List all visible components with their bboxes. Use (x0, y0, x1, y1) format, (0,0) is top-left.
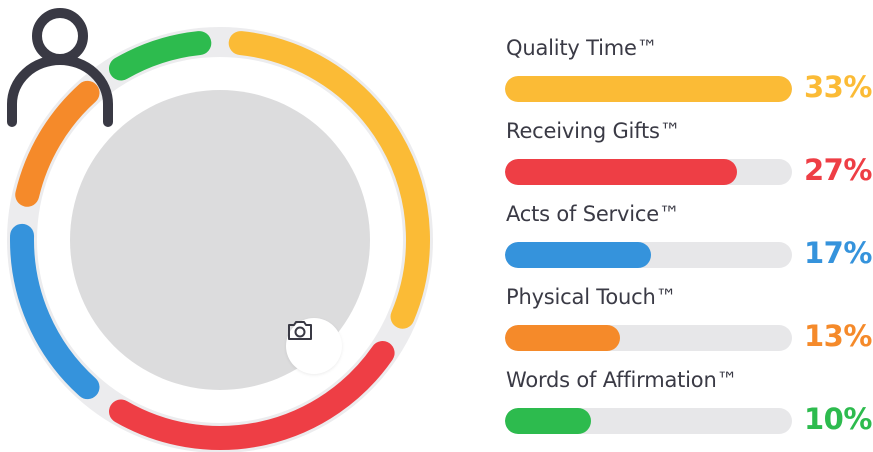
result-bar-track (505, 408, 792, 434)
result-bar-fill (505, 325, 620, 351)
user-outline-icon (7, 8, 113, 127)
result-percent: 27% (804, 153, 872, 187)
result-bar-fill (505, 76, 792, 102)
result-label: Physical Touch™ (506, 285, 677, 309)
result-bar-fill (505, 242, 652, 268)
camera-icon (288, 321, 312, 340)
result-row-quality-time: Quality Time™ 33% (505, 36, 872, 119)
result-bar-track (505, 242, 792, 268)
result-row-words-of-affirmation: Words of Affirmation™ 10% (505, 368, 872, 451)
result-label: Quality Time™ (506, 36, 658, 60)
result-row-physical-touch: Physical Touch™ 13% (505, 285, 872, 368)
result-bar-fill (505, 408, 592, 434)
result-percent: 13% (804, 319, 872, 353)
love-language-ring (0, 0, 460, 452)
result-bar-track (505, 76, 792, 102)
result-row-acts-of-service: Acts of Service™ 17% (505, 202, 872, 285)
result-bar-track (505, 159, 792, 185)
result-bar-track (505, 325, 792, 351)
result-bar-fill (505, 159, 738, 185)
result-row-receiving-gifts: Receiving Gifts™ 27% (505, 119, 872, 202)
result-percent: 17% (804, 236, 872, 270)
result-percent: 10% (804, 402, 872, 436)
result-label: Words of Affirmation™ (506, 368, 738, 392)
result-label: Receiving Gifts™ (506, 119, 681, 143)
change-photo-button[interactable] (286, 318, 342, 374)
result-percent: 33% (804, 70, 872, 104)
result-label: Acts of Service™ (506, 202, 680, 226)
love-language-results: Quality Time™ 33% Receiving Gifts™ 27% A… (505, 36, 872, 451)
